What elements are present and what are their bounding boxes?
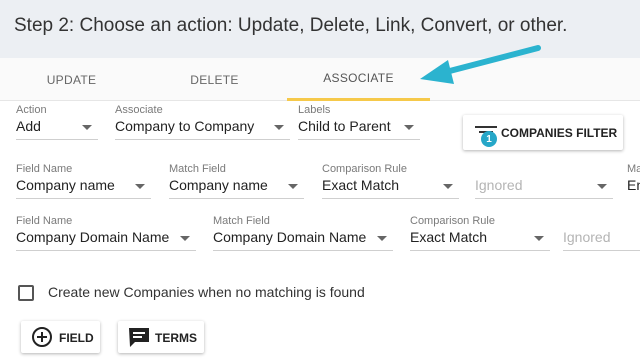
labels-label: Labels <box>298 104 331 116</box>
caret-down-icon <box>377 236 387 241</box>
caret-down-icon <box>443 184 453 189</box>
modifier-value[interactable]: Ignored <box>563 229 640 251</box>
field-name-label: Field Name <box>16 163 73 175</box>
comparison-rule-select-1[interactable]: Comparison Rule Exact Match <box>322 163 459 203</box>
comparison-rule-value[interactable]: Exact Match <box>322 177 459 199</box>
terms-button-label: TERMS <box>155 331 197 345</box>
create-new-label: Create new Companies when no matching is… <box>48 284 365 300</box>
message-icon <box>129 328 149 347</box>
caret-down-icon <box>274 125 284 130</box>
extra-label: Ma <box>627 163 640 175</box>
modifier-select-1[interactable]: Ignored <box>475 163 613 203</box>
modifier-value[interactable]: Ignored <box>475 177 613 199</box>
companies-filter-label: COMPANIES FILTER <box>501 126 618 140</box>
caret-down-icon <box>597 184 607 189</box>
field-button-label: FIELD <box>59 331 94 345</box>
companies-filter-button[interactable]: 1 COMPANIES FILTER <box>463 115 623 150</box>
match-field-label: Match Field <box>169 163 226 175</box>
add-field-button[interactable]: FIELD <box>21 321 100 353</box>
field-name-label: Field Name <box>16 215 73 227</box>
caret-down-icon <box>135 184 145 189</box>
terms-button[interactable]: TERMS <box>118 321 204 353</box>
field-name-value[interactable]: Company name <box>16 177 151 199</box>
field-name-select-1[interactable]: Field Name Company name <box>16 163 151 203</box>
add-circle-icon <box>32 327 52 347</box>
tab-associate[interactable]: ASSOCIATE <box>287 58 430 101</box>
action-select[interactable]: Action Add <box>16 104 98 144</box>
match-field-value[interactable]: Company name <box>169 177 304 199</box>
caret-down-icon <box>288 184 298 189</box>
associate-label: Associate <box>115 104 163 116</box>
caret-down-icon <box>180 236 190 241</box>
create-new-checkbox[interactable] <box>18 285 34 301</box>
comparison-rule-select-2[interactable]: Comparison Rule Exact Match <box>410 215 550 255</box>
comparison-rule-value[interactable]: Exact Match <box>410 229 550 251</box>
caret-down-icon <box>82 125 92 130</box>
field-name-select-2[interactable]: Field Name Company Domain Name <box>16 215 196 255</box>
step-title: Step 2: Choose an action: Update, Delete… <box>14 15 568 36</box>
extra-select-1[interactable]: Ma En <box>627 163 640 203</box>
caret-down-icon <box>404 125 414 130</box>
arrow-pointer-icon <box>420 45 541 84</box>
modifier-select-2[interactable]: Ignored <box>563 215 640 255</box>
match-field-value[interactable]: Company Domain Name <box>213 229 393 251</box>
associate-value[interactable]: Company to Company <box>115 118 290 140</box>
filter-count-badge: 1 <box>481 131 497 147</box>
match-field-select-1[interactable]: Match Field Company name <box>169 163 304 203</box>
field-name-value[interactable]: Company Domain Name <box>16 229 196 251</box>
match-field-label: Match Field <box>213 215 270 227</box>
extra-value[interactable]: En <box>627 177 640 199</box>
tab-delete[interactable]: DELETE <box>143 58 286 101</box>
associate-select[interactable]: Associate Company to Company <box>115 104 290 144</box>
labels-value[interactable]: Child to Parent <box>298 118 420 140</box>
match-field-select-2[interactable]: Match Field Company Domain Name <box>213 215 393 255</box>
tab-update[interactable]: UPDATE <box>0 58 143 101</box>
caret-down-icon <box>534 236 544 241</box>
comparison-rule-label: Comparison Rule <box>410 215 495 227</box>
action-label: Action <box>16 104 47 116</box>
comparison-rule-label: Comparison Rule <box>322 163 407 175</box>
labels-select[interactable]: Labels Child to Parent <box>298 104 420 144</box>
